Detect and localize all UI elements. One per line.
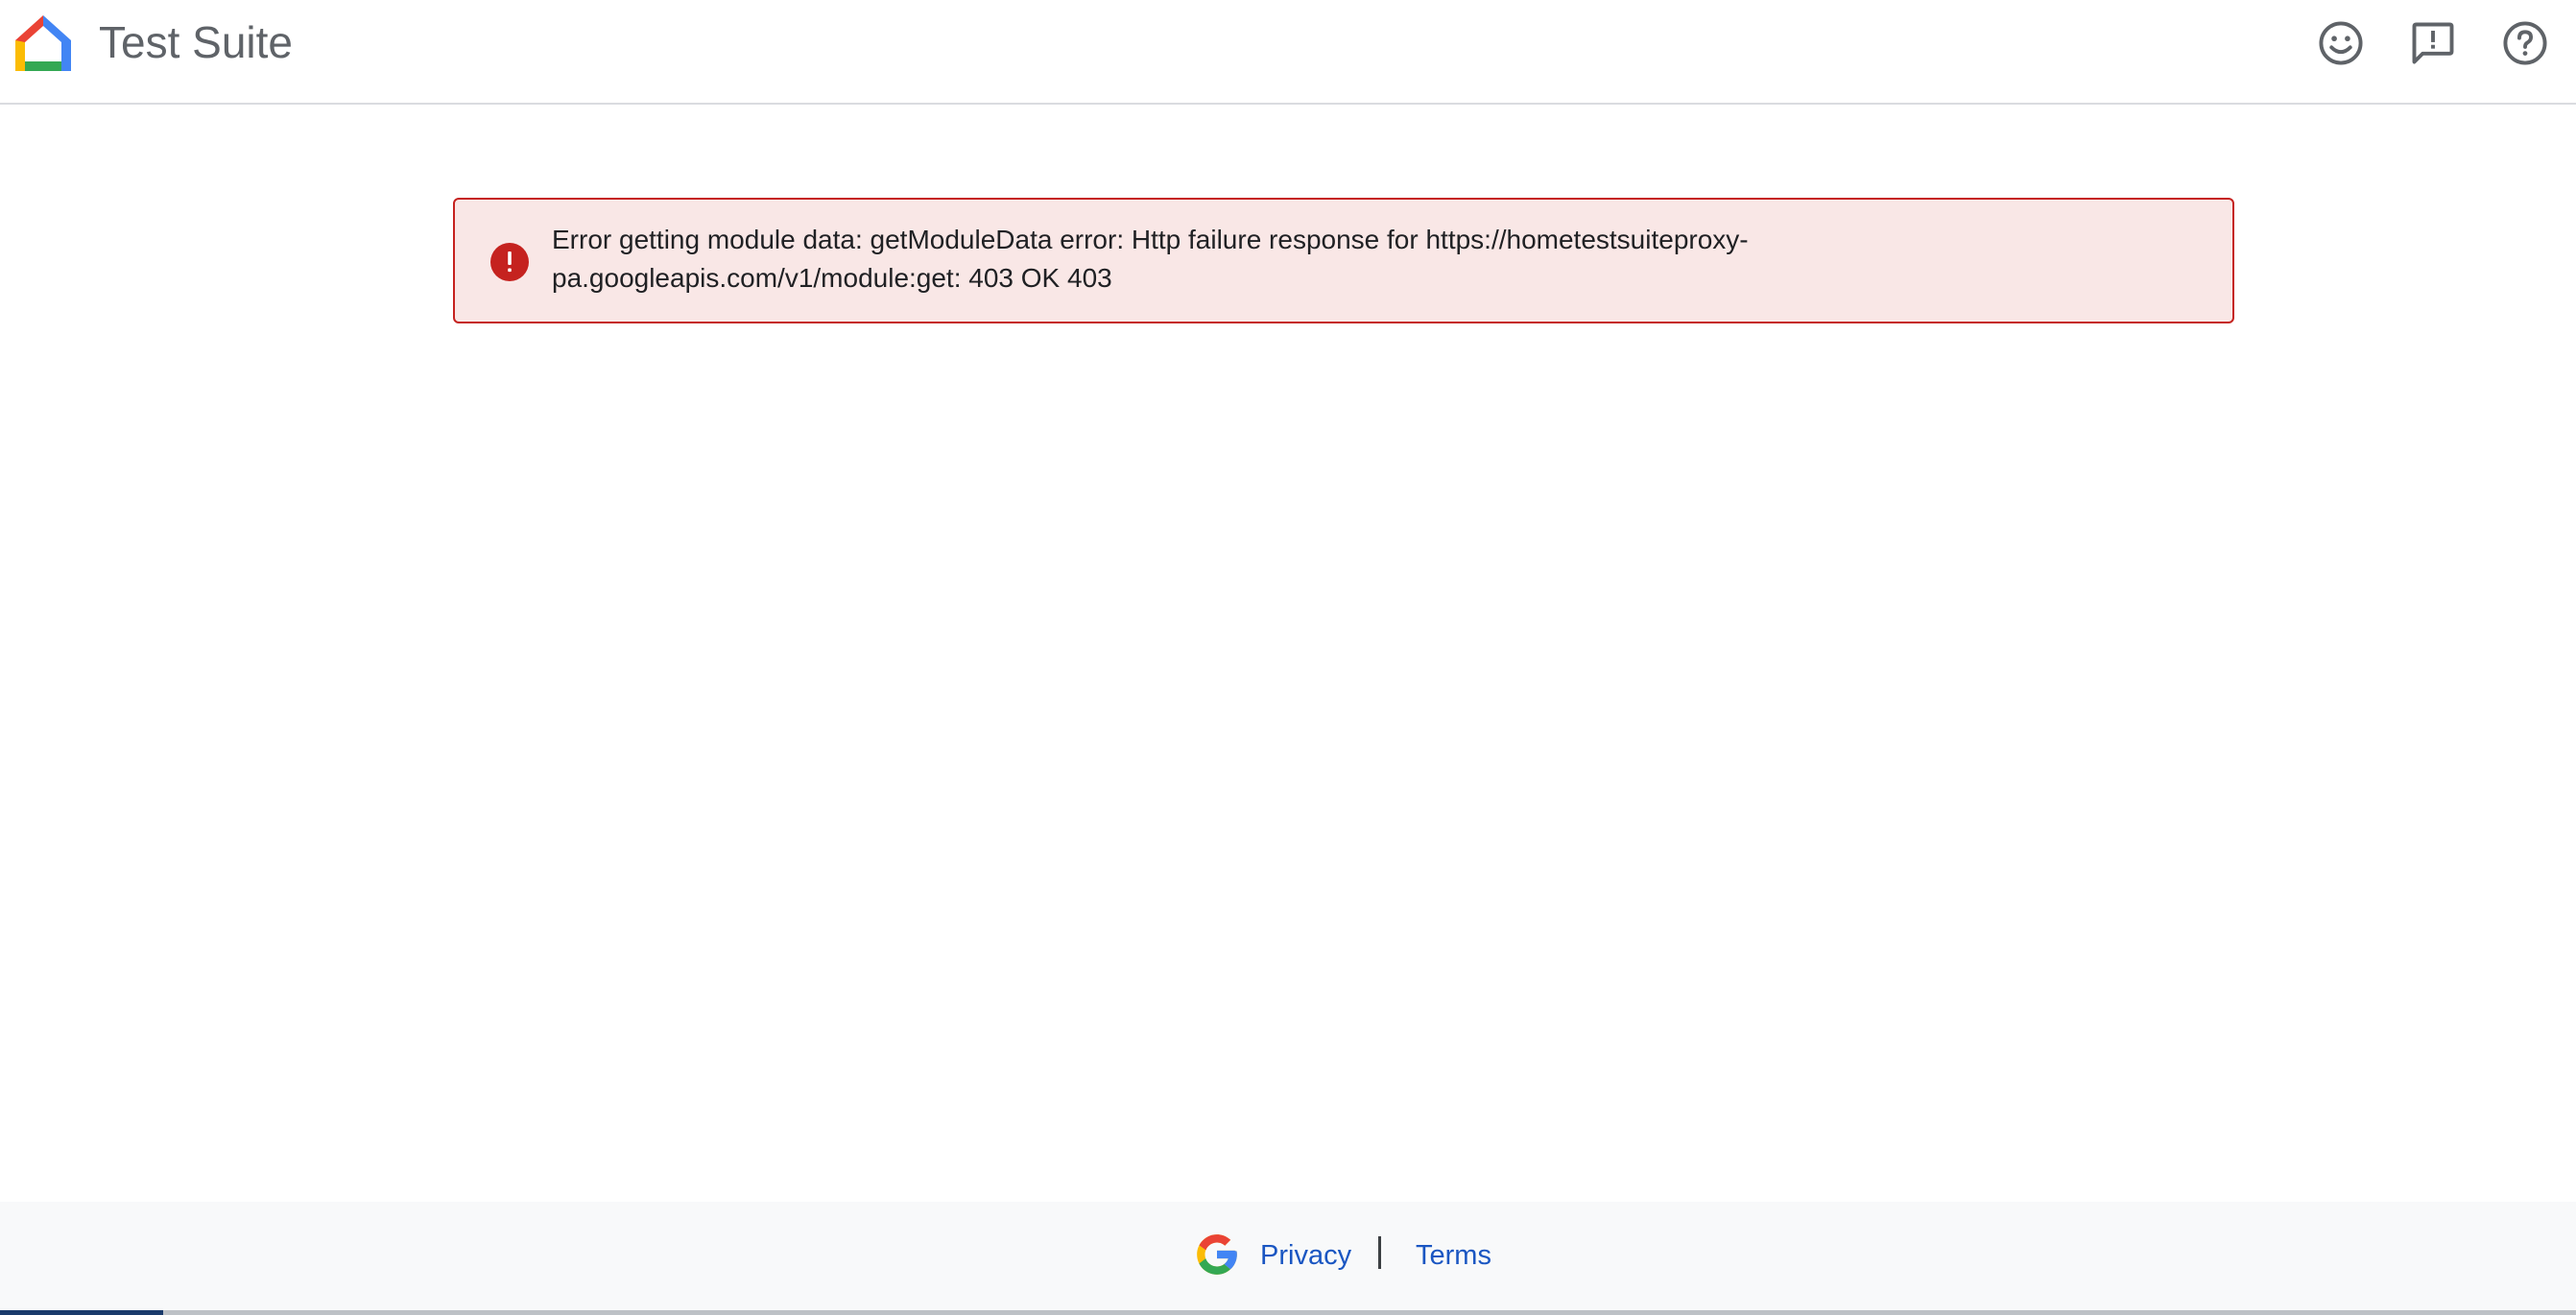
bottom-scrollbar[interactable] xyxy=(0,1310,2576,1315)
help-circle-icon[interactable] xyxy=(2500,18,2550,68)
error-circle-icon xyxy=(489,242,530,282)
google-g-icon xyxy=(1193,1231,1241,1279)
feedback-exclamation-icon[interactable] xyxy=(2408,18,2458,68)
smiley-icon[interactable] xyxy=(2316,18,2366,68)
footer-separator xyxy=(1378,1236,1381,1269)
google-home-logo-icon[interactable] xyxy=(12,12,75,75)
app-header: Test Suite xyxy=(0,0,2576,105)
page: Test Suite Error getting module data: ge… xyxy=(0,0,2576,1315)
privacy-link[interactable]: Privacy xyxy=(1260,1234,1351,1277)
error-banner: Error getting module data: getModuleData… xyxy=(453,198,2234,323)
scrollbar-thumb[interactable] xyxy=(0,1310,163,1315)
error-message: Error getting module data: getModuleData… xyxy=(552,225,1749,293)
terms-link[interactable]: Terms xyxy=(1416,1234,1491,1277)
footer: Privacy Terms xyxy=(0,1202,2576,1311)
app-title: Test Suite xyxy=(99,17,293,67)
